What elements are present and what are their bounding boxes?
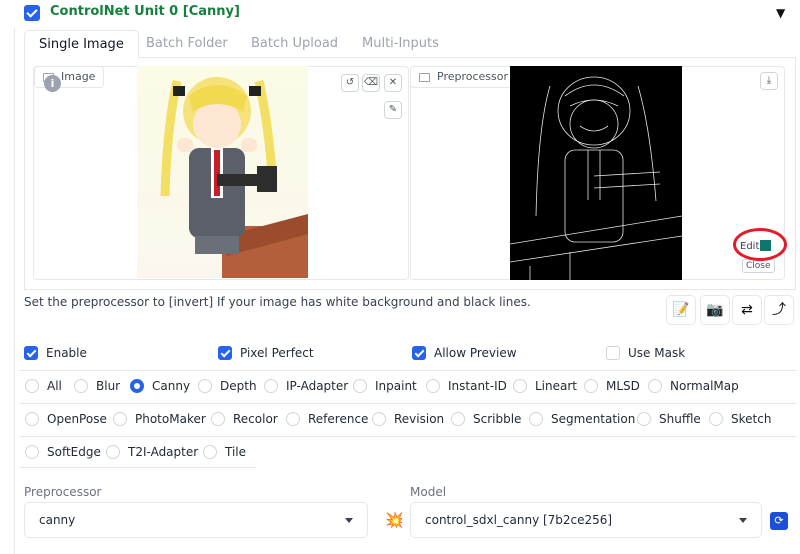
uploaded-image [137, 66, 308, 278]
control-type-instant-id[interactable]: Instant-ID [426, 371, 507, 401]
unit-enable-checkbox[interactable] [24, 5, 40, 21]
run-preprocessor-icon[interactable]: 💥 [385, 511, 404, 529]
refresh-icon[interactable]: ⟳ [770, 512, 788, 530]
input-tabs: Single Image Batch Folder Batch Upload M… [24, 30, 796, 59]
allow-preview-checkbox[interactable]: Allow Preview [412, 343, 517, 363]
control-type-all[interactable]: All [25, 371, 62, 401]
panel-border [14, 28, 15, 554]
control-type-photomaker[interactable]: PhotoMaker [113, 404, 206, 434]
control-type-tile[interactable]: Tile [203, 437, 246, 467]
preview-image [510, 66, 682, 280]
control-type-depth[interactable]: Depth [198, 371, 257, 401]
close-icon[interactable]: ✕ [384, 74, 402, 92]
preprocessor-value: canny [39, 513, 76, 527]
chevron-down-icon [739, 518, 747, 523]
model-value: control_sdxl_canny [7b2ce256] [425, 513, 613, 527]
control-type-ip-adapter[interactable]: IP-Adapter [264, 371, 348, 401]
chevron-down-icon [345, 518, 353, 523]
arrow-up-right-icon[interactable]: ⤴ [764, 295, 794, 325]
close-preview-button[interactable]: Close [742, 259, 775, 273]
preprocessor-dropdown[interactable]: canny [24, 502, 368, 538]
control-type-t2i-adapter[interactable]: T2I-Adapter [106, 437, 198, 467]
unit-title: ControlNet Unit 0 [Canny] [50, 4, 240, 19]
brush-icon[interactable]: ✎ [384, 101, 402, 119]
control-type-lineart[interactable]: Lineart [513, 371, 577, 401]
eraser-icon[interactable]: ⌫ [362, 74, 380, 92]
control-type-inpaint[interactable]: Inpaint [353, 371, 417, 401]
control-type-blur[interactable]: Blur [74, 371, 120, 401]
control-type-recolor[interactable]: Recolor [211, 404, 278, 434]
image-icon [419, 73, 430, 82]
control-type-sketch[interactable]: Sketch [709, 404, 771, 434]
undo-icon[interactable]: ↺ [341, 74, 359, 92]
control-type-openpose[interactable]: OpenPose [25, 404, 107, 434]
enable-checkbox[interactable]: Enable [24, 343, 87, 363]
control-type-segmentation[interactable]: Segmentation [529, 404, 635, 434]
tab-batch-upload[interactable]: Batch Upload [237, 30, 352, 58]
control-type-softedge[interactable]: SoftEdge [25, 437, 101, 467]
tab-multi-inputs[interactable]: Multi-Inputs [348, 30, 453, 58]
control-type-mlsd[interactable]: MLSD [584, 371, 640, 401]
control-type-normalmap[interactable]: NormalMap [648, 371, 739, 401]
highlight-annotation [733, 228, 787, 261]
download-icon[interactable]: ⤓ [760, 72, 778, 90]
model-label: Model [410, 485, 447, 499]
notepad-icon[interactable]: 📝 [666, 295, 696, 325]
tab-batch-folder[interactable]: Batch Folder [132, 30, 242, 58]
triangle-down-icon[interactable]: ▼ [776, 6, 785, 20]
control-type-scribble[interactable]: Scribble [451, 404, 521, 434]
info-icon[interactable]: i [44, 75, 61, 92]
preprocessor-hint: Set the preprocessor to [invert] If your… [24, 295, 531, 309]
control-type-revision[interactable]: Revision [372, 404, 444, 434]
control-type-reference[interactable]: Reference [286, 404, 368, 434]
camera-icon[interactable]: 📷 [700, 295, 730, 325]
tab-single-image[interactable]: Single Image [24, 30, 139, 59]
swap-icon[interactable]: ⇄ [732, 295, 762, 325]
model-dropdown[interactable]: control_sdxl_canny [7b2ce256] [410, 502, 762, 538]
control-type-canny[interactable]: Canny [130, 371, 190, 401]
controlnet-unit-header[interactable]: ControlNet Unit 0 [Canny] ▼ [0, 0, 800, 28]
use-mask-checkbox[interactable]: Use Mask [606, 343, 685, 363]
control-type-shuffle[interactable]: Shuffle [637, 404, 701, 434]
pixel-perfect-checkbox[interactable]: Pixel Perfect [218, 343, 314, 363]
preprocessor-label: Preprocessor [24, 485, 102, 499]
